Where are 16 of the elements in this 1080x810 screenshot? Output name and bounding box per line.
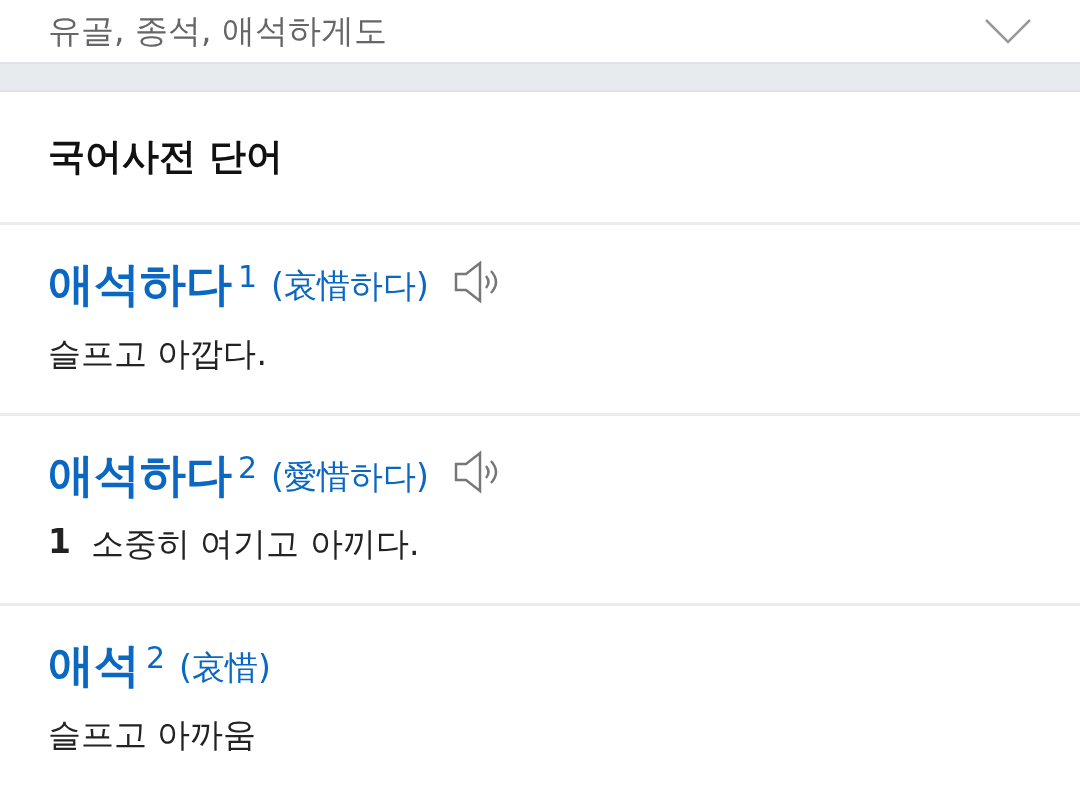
section-title: 국어사전 단어 [48, 134, 283, 180]
homograph-number: 2 [238, 449, 258, 485]
entry-word[interactable]: 애석 [48, 640, 140, 691]
hanja-text: (哀惜) [179, 646, 271, 689]
chevron-down-icon[interactable] [984, 17, 1032, 45]
homograph-number: 1 [238, 259, 258, 294]
definition-text: 소중히 여기고 아끼다. [90, 523, 420, 566]
definition-text: 슬프고 아까움 [48, 713, 257, 756]
related-words[interactable]: 유골, 종석, 애석하게도 [48, 8, 387, 54]
homograph-number: 2 [146, 640, 166, 676]
definition-text: 슬프고 아깝다. [48, 332, 267, 375]
hanja-text: (愛惜하다) [271, 456, 429, 498]
entry-word[interactable]: 애석하다 [48, 449, 232, 501]
sense-number: 1 [48, 522, 71, 564]
hanja-text: (哀惜하다) [271, 265, 429, 308]
entry-word[interactable]: 애석하다 [48, 259, 232, 310]
